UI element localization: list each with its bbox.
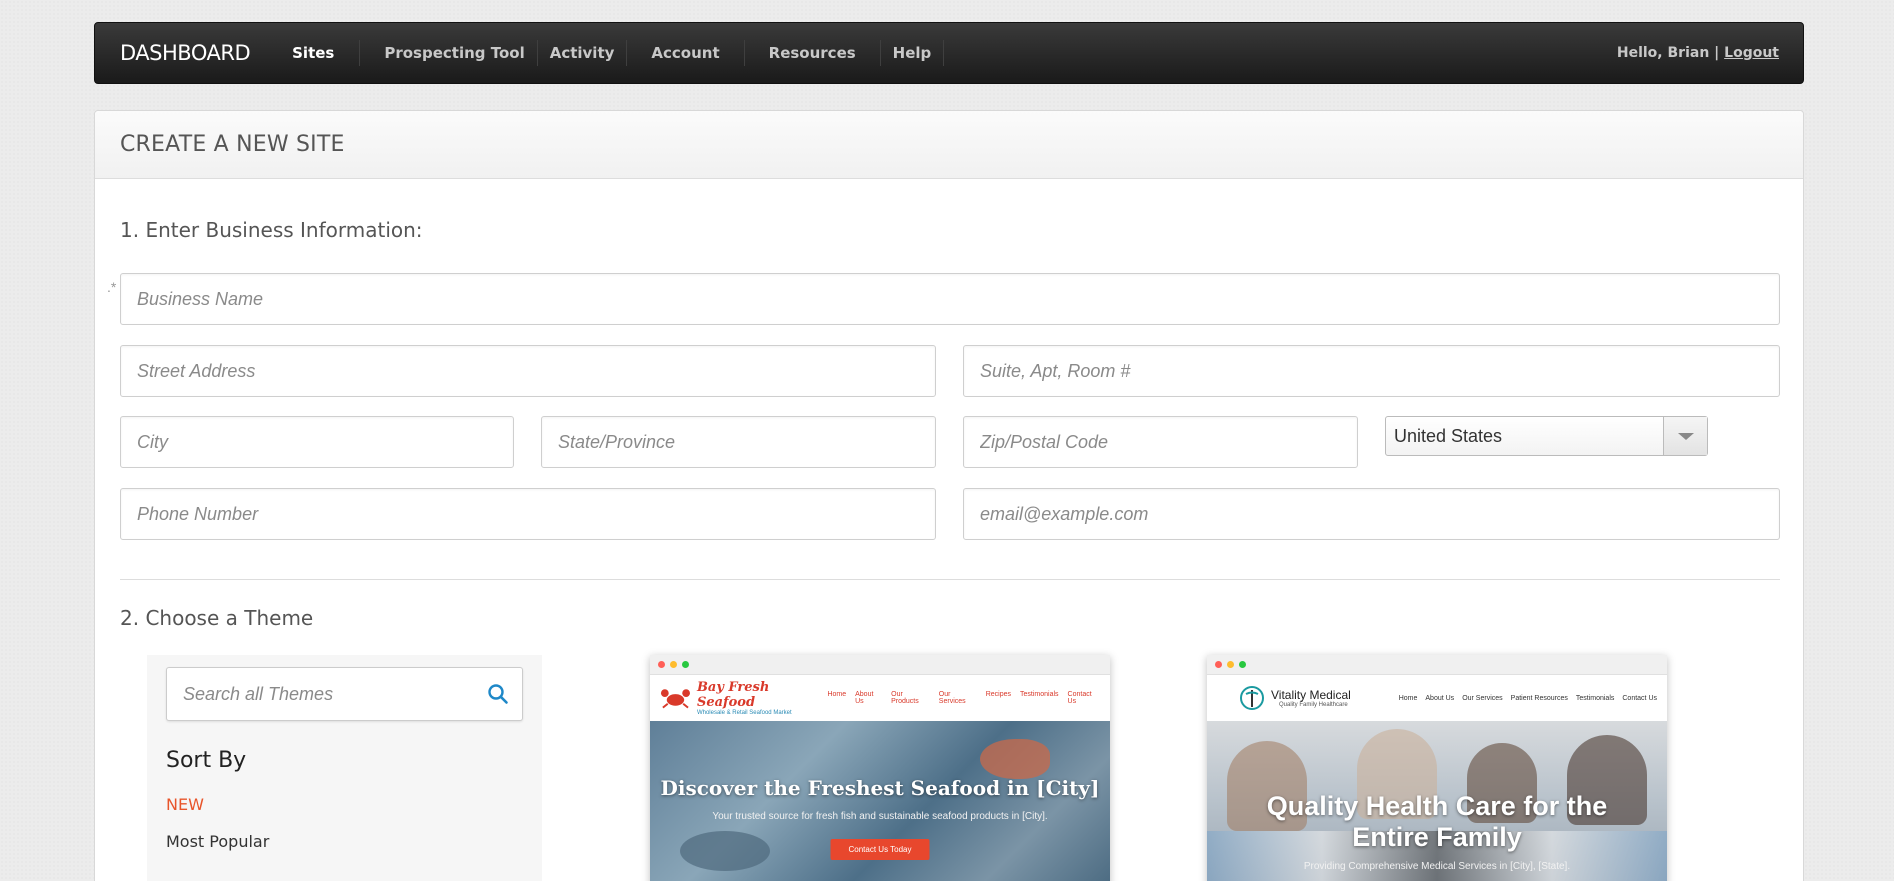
user-greeting: Hello, Brian | Logout [1617,45,1779,61]
nav-item-activity[interactable]: Activity [538,40,628,66]
theme-cta-button: Contact Us Today [830,839,930,860]
theme-logo-title: Vitality Medical [1271,688,1351,702]
nav-item-account[interactable]: Account [627,40,745,66]
window-dot-icon [670,661,677,668]
nav-item-sites[interactable]: Sites [280,40,361,66]
theme-nav-links: Home About Us Our Products Our Services … [827,691,1100,705]
theme-hero-title: Discover the Freshest Seafood in [City] [660,776,1100,800]
theme-nav-link: About Us [855,691,874,705]
theme-nav-link: Patient Resources [1510,694,1568,702]
choose-theme-heading: 2. Choose a Theme [120,606,314,630]
nav-item-help[interactable]: Help [881,40,945,66]
theme-logo-subtitle: Wholesale & Retail Seafood Market [696,710,792,716]
sort-new-link[interactable]: NEW [166,795,204,814]
crab-icon [660,689,690,709]
theme-nav-link: Our Services [938,691,966,705]
theme-nav-link: Home [827,691,847,698]
theme-hero-title: Quality Health Care for the Entire Famil… [1266,791,1608,852]
theme-nav-link: Contact Us [1067,691,1092,705]
theme-logo: Vitality Medical Quality Family Healthca… [1239,685,1351,711]
theme-nav-link: Home [1398,694,1418,702]
theme-nav-link: Our Services [1462,694,1503,702]
theme-nav-link: About Us [1425,694,1455,702]
sort-by-heading: Sort By [166,748,247,773]
section-divider [120,579,1780,580]
theme-logo-title: Bay Fresh Seafood [696,680,770,710]
theme-nav-link: Recipes [985,691,1012,698]
theme-nav-link: Testimonials [1575,694,1615,702]
greeting-text: Hello, Brian | [1616,45,1720,61]
search-icon[interactable] [474,683,522,705]
window-dot-icon [658,661,665,668]
theme-search-box [166,667,523,721]
theme-card-seafood[interactable]: Bay Fresh Seafood Wholesale & Retail Sea… [650,655,1110,881]
phone-input[interactable] [120,488,936,540]
suite-input[interactable] [963,345,1780,397]
theme-filter-sidebar: Sort By NEW Most Popular [147,655,542,881]
theme-nav-link: Our Products [891,691,919,705]
theme-hero-subtitle: Providing Comprehensive Medical Services… [1303,861,1571,872]
theme-nav-link: Contact Us [1622,694,1657,702]
window-dot-icon [1215,661,1222,668]
fish-shape-icon [980,739,1050,779]
theme-logo-subtitle: Quality Family Healthcare [1279,702,1348,708]
nav-item-prospecting-tool[interactable]: Prospecting Tool [360,40,538,66]
browser-chrome [650,655,1110,675]
chevron-down-icon [1677,432,1694,440]
theme-nav-links: Home About Us Our Services Patient Resou… [1399,695,1657,702]
theme-nav-link: Testimonials [1020,691,1059,698]
city-input[interactable] [120,416,514,468]
top-navbar: DASHBOARD Sites Prospecting Tool Activit… [94,22,1804,84]
sort-popular-link[interactable]: Most Popular [166,832,269,851]
state-input[interactable] [541,416,936,468]
page-title: CREATE A NEW SITE [120,132,345,157]
window-dot-icon [682,661,689,668]
theme-hero-subtitle: Your trusted source for fresh fish and s… [712,811,1048,822]
panel-header: CREATE A NEW SITE [95,111,1803,179]
theme-preview-nav: Bay Fresh Seafood Wholesale & Retail Sea… [650,675,1110,721]
street-address-input[interactable] [120,345,936,397]
zip-input[interactable] [963,416,1358,468]
country-value: United States [1394,425,1503,446]
theme-hero-image: Discover the Freshest Seafood in [City] … [650,721,1110,881]
theme-hero-image: Quality Health Care for the Entire Famil… [1207,721,1667,881]
business-info-heading: 1. Enter Business Information: [120,218,423,242]
theme-card-medical[interactable]: Vitality Medical Quality Family Healthca… [1207,655,1667,881]
required-marker: .* [107,279,117,295]
theme-search-input[interactable] [167,668,474,720]
country-select[interactable]: United States [1385,416,1708,456]
brand-logo[interactable]: DASHBOARD [120,41,251,65]
nav-item-resources[interactable]: Resources [745,40,881,66]
logout-link[interactable]: Logout [1724,45,1779,61]
window-dot-icon [1227,661,1234,668]
email-input[interactable] [963,488,1780,540]
fish-shape-icon [680,831,770,871]
caduceus-icon [1240,686,1264,710]
window-dot-icon [1239,661,1246,668]
business-name-input[interactable] [120,273,1780,325]
theme-preview-nav: Vitality Medical Quality Family Healthca… [1207,675,1667,721]
browser-chrome [1207,655,1667,675]
dropdown-button[interactable] [1663,417,1707,455]
theme-logo: Bay Fresh Seafood Wholesale & Retail Sea… [660,680,827,716]
